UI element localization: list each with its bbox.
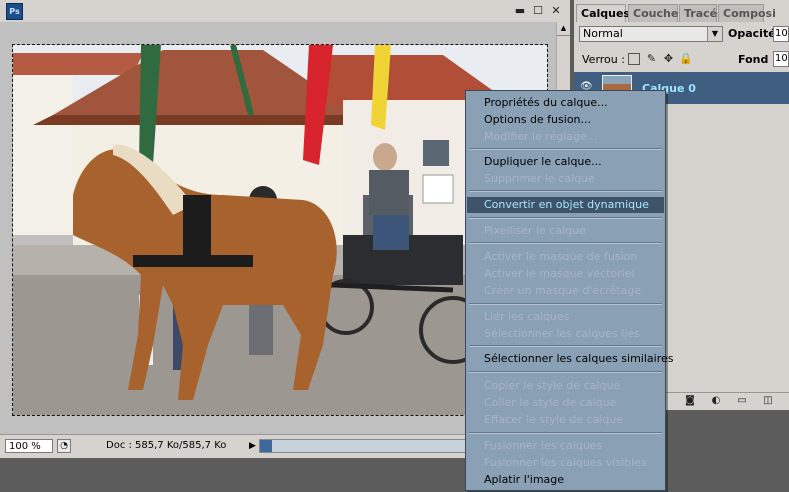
menu-item-blending-options[interactable]: Options de fusion...: [467, 112, 664, 128]
tab-calques[interactable]: Calques: [576, 4, 630, 22]
photoshop-app-icon: Ps: [6, 3, 23, 20]
close-button[interactable]: ✕: [549, 4, 563, 18]
opacity-field[interactable]: 100: [773, 26, 789, 42]
panel-tabs: Calques Couches Tracés Composi: [574, 4, 789, 22]
menu-separator: [469, 432, 662, 434]
menu-item-delete-layer[interactable]: Supprimer le calque: [467, 171, 664, 187]
menu-separator: [469, 345, 662, 347]
menu-item-enable-vector-mask[interactable]: Activer le masque vectoriel: [467, 266, 664, 282]
document-titlebar[interactable]: Ps ▬ ☐ ✕: [0, 0, 570, 22]
menu-item-merge-visible[interactable]: Fusionner les calques visibles: [467, 455, 664, 471]
status-info-icon[interactable]: ◔: [57, 439, 71, 453]
lock-label: Verrou :: [582, 53, 625, 66]
menu-item-flatten-image[interactable]: Aplatir l'image: [467, 472, 664, 488]
menu-item-merge-layers[interactable]: Fusionner les calques: [467, 438, 664, 454]
menu-item-enable-layer-mask[interactable]: Activer le masque de fusion: [467, 249, 664, 265]
tab-traces[interactable]: Tracés: [679, 4, 724, 22]
menu-item-convert-smart-object[interactable]: Convertir en objet dynamique: [467, 197, 664, 213]
menu-item-rasterize-layer[interactable]: Pixelliser le calque: [467, 223, 664, 239]
menu-item-link-layers[interactable]: Lier les calques: [467, 309, 664, 325]
menu-separator: [469, 190, 662, 192]
mask-icon[interactable]: ◙: [684, 395, 696, 407]
fill-field[interactable]: 100: [773, 51, 789, 67]
menu-item-copy-layer-style[interactable]: Copier le style de calque: [467, 378, 664, 394]
restore-button[interactable]: ☐: [531, 4, 545, 18]
blend-mode-value: Normal: [583, 27, 623, 40]
new-layer-icon[interactable]: ◫: [762, 395, 774, 407]
tab-couches[interactable]: Couches: [628, 4, 685, 22]
lock-transparent-icon[interactable]: [628, 53, 640, 65]
menu-separator: [469, 303, 662, 305]
menu-separator: [469, 242, 662, 244]
padlock-icon[interactable]: 🔒: [679, 52, 693, 65]
menu-item-paste-layer-style[interactable]: Coller le style de calque: [467, 395, 664, 411]
folder-icon[interactable]: ▭: [736, 395, 748, 407]
tab-composi[interactable]: Composi: [718, 4, 776, 22]
brush-icon[interactable]: ✎: [645, 52, 658, 65]
menu-item-select-similar-layers[interactable]: Sélectionner les calques similaires: [467, 351, 674, 367]
menu-item-duplicate-layer[interactable]: Dupliquer le calque...: [467, 154, 664, 170]
document-size-info: Doc : 585,7 Ko/585,7 Ko: [106, 440, 227, 451]
layer-context-menu: Propriétés du calque... Options de fusio…: [465, 90, 674, 491]
scroll-up-arrow-icon[interactable]: ▲: [557, 22, 570, 36]
menu-item-layer-properties[interactable]: Propriétés du calque...: [467, 95, 664, 111]
menu-separator: [469, 371, 662, 373]
menu-separator: [469, 217, 662, 219]
status-menu-arrow-icon[interactable]: ▶: [249, 439, 256, 453]
menu-item-edit-adjustment[interactable]: Modifier le réglage...: [467, 129, 664, 145]
menu-item-select-linked-layers[interactable]: Sélectionner les calques liés: [467, 326, 664, 342]
minimize-button[interactable]: ▬: [513, 4, 527, 18]
scroll-left-arrow-icon[interactable]: [260, 440, 272, 452]
blend-mode-select[interactable]: Normal ▼: [579, 26, 723, 42]
zoom-level-field[interactable]: 100 %: [5, 439, 53, 453]
adjustment-icon[interactable]: ◐: [710, 395, 722, 407]
menu-item-clear-layer-style[interactable]: Effacer le style de calque: [467, 412, 664, 428]
fill-label: Fond :: [738, 53, 777, 66]
move-icon[interactable]: ✥: [662, 52, 675, 65]
menu-separator: [469, 148, 662, 150]
dropdown-arrow-icon[interactable]: ▼: [707, 27, 722, 41]
menu-item-create-clipping-mask[interactable]: Créer un masque d'écrêtage: [467, 283, 664, 299]
